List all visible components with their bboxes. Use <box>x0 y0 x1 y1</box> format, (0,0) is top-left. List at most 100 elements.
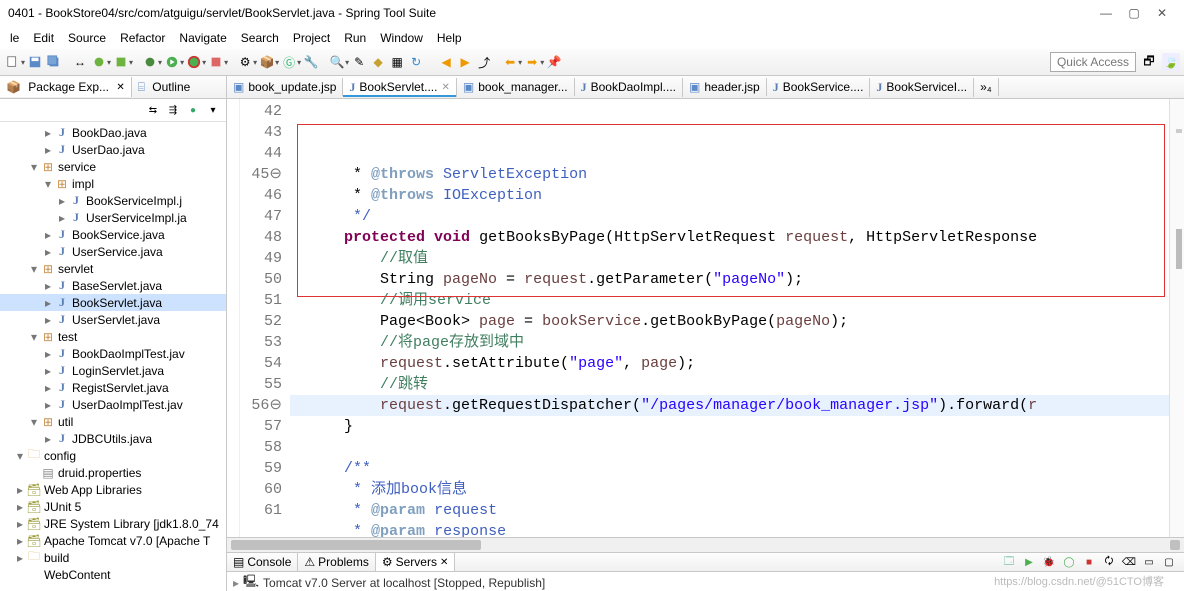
overview-ruler[interactable] <box>1169 99 1184 537</box>
menu-navigate[interactable]: Navigate <box>173 30 232 46</box>
tree-twisty-icon[interactable]: ▾ <box>28 415 40 429</box>
window-close-icon[interactable]: ✕ <box>1148 4 1176 22</box>
server-publish-icon[interactable]: 🗘 <box>1100 553 1118 571</box>
open-type-icon[interactable]: 🔧 <box>302 53 320 71</box>
quick-access-input[interactable]: Quick Access <box>1050 52 1136 72</box>
tree-item[interactable]: ▸JUserServiceImpl.ja <box>0 209 226 226</box>
tree-twisty-icon[interactable]: ▸ <box>14 534 26 548</box>
tree-twisty-icon[interactable]: ▸ <box>14 517 26 531</box>
editor-tab[interactable]: ▣header.jsp <box>683 78 767 96</box>
close-icon[interactable]: ✕ <box>116 82 124 93</box>
code-line[interactable]: request.setAttribute("page", page); <box>290 353 1169 374</box>
tree-item[interactable]: ▸JBookService.java <box>0 226 226 243</box>
code-line[interactable] <box>290 437 1169 458</box>
last-edit-icon[interactable]: ⬅ <box>501 53 519 71</box>
code-line[interactable]: //取值 <box>290 248 1169 269</box>
maximize-view-icon[interactable]: ▢ <box>1160 553 1178 571</box>
menu-edit[interactable]: Edit <box>27 30 60 46</box>
project-tree[interactable]: ▸JBookDao.java▸JUserDao.java▾⊞service▾⊞i… <box>0 122 226 591</box>
new-icon[interactable] <box>4 53 22 71</box>
ext-tools-icon[interactable] <box>207 53 225 71</box>
pin-icon[interactable]: 📌 <box>545 53 563 71</box>
code-line[interactable]: * @param response <box>290 521 1169 537</box>
tree-twisty-icon[interactable]: ▸ <box>42 398 54 412</box>
tree-item[interactable]: ▸JLoginServlet.java <box>0 362 226 379</box>
code-line[interactable]: request.getRequestDispatcher("/pages/man… <box>290 395 1169 416</box>
refresh-icon[interactable]: ↻ <box>407 53 425 71</box>
tree-twisty-icon[interactable]: ▸ <box>42 432 54 446</box>
editor-tab[interactable]: ▣book_manager... <box>457 78 575 96</box>
tree-twisty-icon[interactable]: ▸ <box>42 347 54 361</box>
code-line[interactable]: //调用service <box>290 290 1169 311</box>
editor-tab[interactable]: JBookServiceI... <box>870 78 974 97</box>
code-line[interactable]: Page<Book> page = bookService.getBookByP… <box>290 311 1169 332</box>
code-line[interactable]: /** <box>290 458 1169 479</box>
nav-prev-icon[interactable]: ◀ <box>437 53 455 71</box>
menu-search[interactable]: Search <box>235 30 285 46</box>
type-icon[interactable]: Ⓖ <box>280 53 298 71</box>
tree-twisty-icon[interactable]: ▸ <box>14 551 26 565</box>
tree-item[interactable]: ▤druid.properties <box>0 464 226 481</box>
editor-h-scrollbar[interactable] <box>227 537 1184 552</box>
perspective-spring-icon[interactable]: 🍃 <box>1162 53 1180 71</box>
server-entry[interactable]: Tomcat v7.0 Server at localhost [Stopped… <box>263 576 545 590</box>
servers-view-content[interactable]: ▸ 🖳 Tomcat v7.0 Server at localhost [Sto… <box>227 572 1184 591</box>
nav-next-icon[interactable]: ▶ <box>456 53 474 71</box>
tree-twisty-icon[interactable]: ▾ <box>28 160 40 174</box>
tree-twisty-icon[interactable]: ▸ <box>56 211 68 225</box>
outline-tab[interactable]: ⌸ Outline <box>132 77 197 98</box>
minimize-view-icon[interactable]: ▭ <box>1140 553 1158 571</box>
server-clean-icon[interactable]: ⌫ <box>1120 553 1138 571</box>
code-line[interactable]: } <box>290 416 1169 437</box>
boot-icon[interactable] <box>90 53 108 71</box>
window-minimize-icon[interactable]: — <box>1092 4 1120 22</box>
tree-item[interactable]: ▸🗃JRE System Library [jdk1.8.0_74 <box>0 515 226 532</box>
debug-icon[interactable] <box>141 53 159 71</box>
menu-source[interactable]: Source <box>62 30 112 46</box>
tree-item[interactable]: ▾⊞service <box>0 158 226 175</box>
server-debug-icon[interactable]: 🐞 <box>1040 553 1058 571</box>
server-start-icon[interactable]: ▶ <box>1020 553 1038 571</box>
code-line[interactable]: * @throws ServletException <box>290 164 1169 185</box>
bottom-tab-console[interactable]: ▤Console <box>227 553 298 571</box>
tree-item[interactable]: ▸JBookServiceImpl.j <box>0 192 226 209</box>
editor-tab[interactable]: ▣book_update.jsp <box>227 78 343 96</box>
tree-item[interactable]: ▾⊞impl <box>0 175 226 192</box>
tree-item[interactable]: ▸JUserDao.java <box>0 141 226 158</box>
tree-item[interactable]: ▾⊞servlet <box>0 260 226 277</box>
window-maximize-icon[interactable]: ▢ <box>1120 4 1148 22</box>
tree-item[interactable]: ▸JBaseServlet.java <box>0 277 226 294</box>
server-new-icon[interactable]: 🗔 <box>1000 553 1018 571</box>
menu-refactor[interactable]: Refactor <box>114 30 171 46</box>
tree-twisty-icon[interactable]: ▸ <box>56 194 68 208</box>
more-tabs-button[interactable]: »₄ <box>974 78 999 96</box>
perspective-java-icon[interactable]: 🗗 <box>1140 53 1158 71</box>
editor-tab[interactable]: JBookServlet....✕ <box>343 78 456 97</box>
code-line[interactable]: * @throws IOException <box>290 185 1169 206</box>
link-editor-icon[interactable]: ⇶ <box>164 101 182 119</box>
new-server-icon[interactable]: ⚙ <box>236 53 254 71</box>
code-line[interactable]: */ <box>290 206 1169 227</box>
tree-twisty-icon[interactable]: ▸ <box>42 313 54 327</box>
tree-item[interactable]: ▸🗃JUnit 5 <box>0 498 226 515</box>
chevron-right-icon[interactable]: ▸ <box>233 576 239 590</box>
save-icon[interactable] <box>26 53 44 71</box>
tree-item[interactable]: ▸JRegistServlet.java <box>0 379 226 396</box>
menu-help[interactable]: Help <box>431 30 468 46</box>
coverage-icon[interactable] <box>185 53 203 71</box>
step-icon[interactable]: ⤴ <box>475 53 493 71</box>
tree-twisty-icon[interactable]: ▸ <box>42 126 54 140</box>
tree-item[interactable]: ▾🗀config <box>0 447 226 464</box>
tree-twisty-icon[interactable]: ▸ <box>42 279 54 293</box>
menu-le[interactable]: le <box>4 30 25 46</box>
code-line[interactable]: String pageNo = request.getParameter("pa… <box>290 269 1169 290</box>
tree-item[interactable]: ▸JBookDaoImplTest.jav <box>0 345 226 362</box>
tree-twisty-icon[interactable]: ▸ <box>42 228 54 242</box>
server-profile-icon[interactable]: ◯ <box>1060 553 1078 571</box>
tree-twisty-icon[interactable]: ▸ <box>14 483 26 497</box>
menu-run[interactable]: Run <box>338 30 372 46</box>
tree-twisty-icon[interactable]: ▾ <box>28 330 40 344</box>
task-icon[interactable]: ▦ <box>388 53 406 71</box>
tree-twisty-icon[interactable]: ▾ <box>28 262 40 276</box>
search-icon[interactable]: 🔍 <box>328 53 346 71</box>
